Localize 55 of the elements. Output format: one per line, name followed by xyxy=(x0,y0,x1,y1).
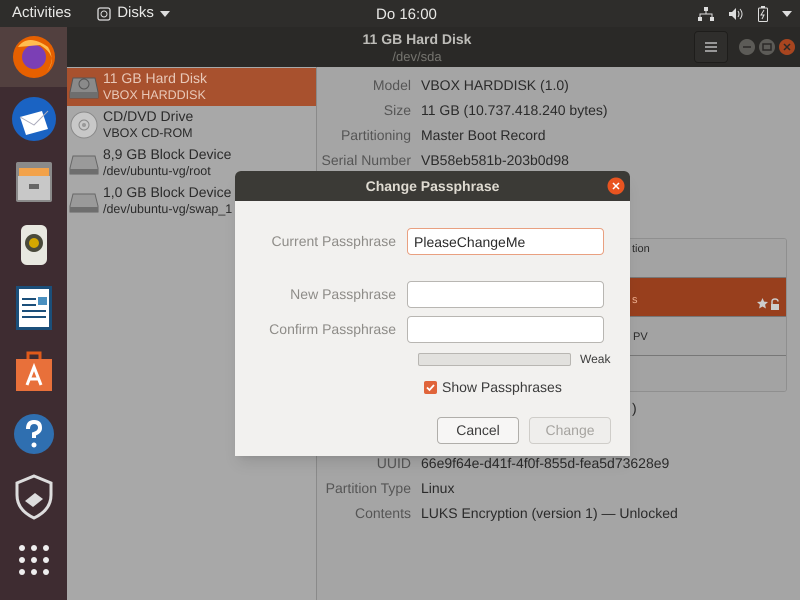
drive-item[interactable]: 1,0 GB Block Device /dev/ubuntu-vg/swap_1 xyxy=(67,182,316,220)
caret-icon xyxy=(160,10,170,16)
field-label: New Passphrase xyxy=(290,286,396,302)
field-value: LUKS Encryption (version 1) — Unlocked xyxy=(421,504,678,523)
drive-detail: /dev/ubuntu-vg/root xyxy=(103,163,212,180)
drive-name: 8,9 GB Block Device xyxy=(103,146,232,163)
field-label: Model xyxy=(372,77,411,93)
volume-label: PV xyxy=(633,330,648,345)
disks-icon xyxy=(97,6,112,20)
volume-label: s xyxy=(632,293,638,308)
volume-label: tion xyxy=(632,242,650,257)
field-label: Current Passphrase xyxy=(271,232,396,248)
network-icon[interactable] xyxy=(698,6,714,20)
input-field[interactable] xyxy=(407,281,604,308)
field-label: Partitioning xyxy=(340,127,411,143)
show-passphrases-checkbox[interactable]: Show Passphrases xyxy=(424,377,562,398)
drive-name: CD/DVD Drive xyxy=(103,108,194,125)
battery-icon[interactable] xyxy=(758,6,768,22)
dialog-button[interactable]: Cancel xyxy=(437,417,519,444)
field-value: 66e9f64e-d41f-4f0f-855d-fea5d73628e9 xyxy=(421,454,670,473)
app-menu[interactable]: Disks xyxy=(97,2,170,25)
drive-detail: VBOX CD-ROM xyxy=(103,125,194,142)
field-label: Contents xyxy=(354,505,411,521)
drive-item[interactable]: CD/DVD Drive VBOX CD-ROM xyxy=(67,106,316,144)
caret-icon[interactable] xyxy=(782,10,792,16)
drive-detail: /dev/ubuntu-vg/swap_1 xyxy=(103,201,232,218)
drive-name: 1,0 GB Block Device xyxy=(103,184,232,201)
close-button[interactable] xyxy=(607,177,625,195)
drive-name: 11 GB Hard Disk xyxy=(103,70,207,87)
field-value: VBOX HARDDISK (1.0) xyxy=(421,76,569,95)
window-subtitle: /dev/sda xyxy=(392,48,442,65)
menu-button[interactable] xyxy=(694,31,728,63)
field-label: Size xyxy=(384,102,411,118)
input-field[interactable] xyxy=(407,316,604,343)
field-label: UUID xyxy=(376,455,411,471)
input-field[interactable]: PleaseChangeMe xyxy=(407,228,604,255)
field-label: Partition Type xyxy=(326,480,411,496)
field-value: Linux xyxy=(421,479,454,498)
field-value: ) xyxy=(632,399,637,418)
clock[interactable]: Do 16:00 xyxy=(376,4,437,26)
drive-detail: VBOX HARDDISK xyxy=(103,87,207,104)
dialog-title: Change Passphrase xyxy=(366,176,500,196)
volume-icon[interactable] xyxy=(728,6,744,20)
field-label: Serial Number xyxy=(322,152,411,168)
strength-label: Weak xyxy=(580,351,610,368)
field-value: VB58eb581b-203b0d98 xyxy=(421,151,569,170)
field-value: 11 GB (10.737.418.240 bytes) xyxy=(421,101,608,120)
field-label: Confirm Passphrase xyxy=(269,320,396,336)
field-value: Master Boot Record xyxy=(421,126,546,145)
menu-icon xyxy=(705,42,717,52)
window-title: 11 GB Hard Disk xyxy=(362,31,472,48)
star-icon xyxy=(757,298,768,309)
drive-item[interactable]: 8,9 GB Block Device /dev/ubuntu-vg/root xyxy=(67,144,316,182)
activities-button[interactable]: Activities xyxy=(12,2,72,25)
lock-icon xyxy=(770,298,780,310)
